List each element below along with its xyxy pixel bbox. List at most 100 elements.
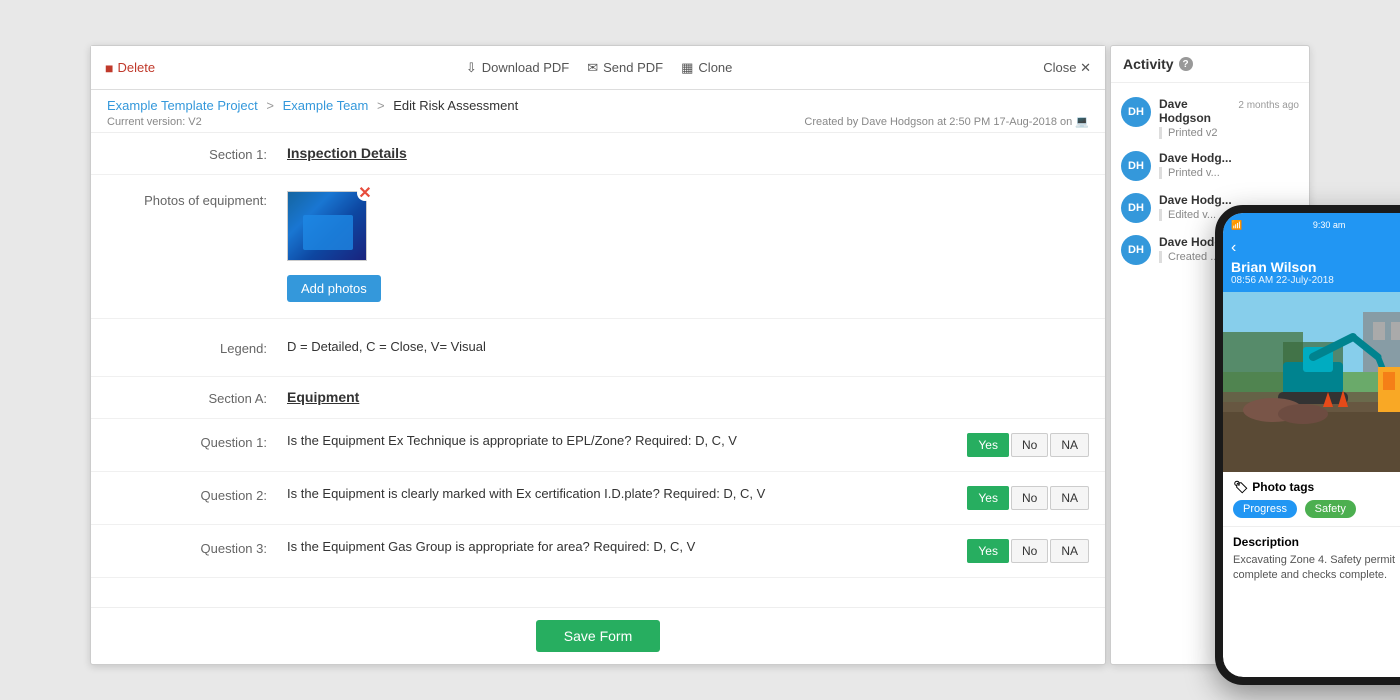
breadcrumb-current: Edit Risk Assessment [393,98,518,113]
delete-label: Delete [117,60,155,75]
sectionA-heading: Equipment [287,389,359,405]
section1-row: Section 1: Inspection Details [91,133,1105,175]
q1-buttons: Yes No NA [967,433,1089,457]
list-item: DH Dave Hodgson 2 months ago Printed v2 [1111,91,1309,145]
activity-action: Printed v... [1159,167,1299,179]
activity-name: Dave Hodg... [1159,151,1232,165]
avatar: DH [1121,151,1151,181]
legend-value: D = Detailed, C = Close, V= Visual [287,339,1089,354]
sectionA-label: Section A: [107,389,287,406]
q3-buttons: Yes No NA [967,539,1089,563]
q2-na-button[interactable]: NA [1050,486,1089,510]
q3-label: Question 3: [107,539,287,556]
q2-text: Is the Equipment is clearly marked with … [287,486,967,501]
q2-no-button[interactable]: No [1011,486,1048,510]
phone-header: ‹ Brian Wilson 08:56 AM 22-July-2018 [1223,233,1400,292]
clone-icon: ▦ [681,60,693,76]
tag-icon: 🏷 [1233,480,1248,494]
activity-name-row: Dave Hodg... [1159,151,1299,165]
q3-text: Is the Equipment Gas Group is appropriat… [287,539,967,554]
phone-photo-tags: 🏷 Photo tags Edit Progress Safety [1223,472,1400,527]
version-info: Current version: V2 Created by Dave Hodg… [107,115,1089,128]
q1-no-button[interactable]: No [1011,433,1048,457]
download-pdf-button[interactable]: ⇩ Download PDF [466,60,569,76]
phone-description: Description Excavating Zone 4. Safety pe… [1223,527,1400,592]
section1-label: Section 1: [107,145,287,162]
question2-row: Question 2: Is the Equipment is clearly … [91,472,1105,525]
clone-button[interactable]: ▦ Clone [681,60,732,76]
photo-thumb-inner [288,192,366,260]
activity-action: Printed v2 [1159,127,1299,139]
photo-tags-header: 🏷 Photo tags Edit [1233,480,1400,494]
delete-button[interactable]: ■ Delete [105,60,155,76]
breadcrumb-bar: Example Template Project > Example Team … [91,90,1105,133]
photo-container: ✕ [287,191,367,261]
q2-yes-button[interactable]: Yes [967,486,1009,510]
photo-tags-title: 🏷 Photo tags [1233,480,1314,494]
activity-name: Dave Hodg... [1159,193,1232,207]
breadcrumb-team[interactable]: Example Team [283,98,369,113]
version-label: Current version: V2 [107,116,202,128]
legend-label: Legend: [107,339,287,356]
sectionA-value: Equipment [287,389,1089,405]
activity-header: Activity ? [1111,46,1309,83]
toolbar-actions: ⇩ Download PDF ✉ Send PDF ▦ Clone [155,60,1043,76]
activity-time: 2 months ago [1238,100,1299,111]
phone-screen: 📶 9:30 am 100% ‹ Brian Wilson 08:56 AM 2… [1223,213,1400,677]
activity-name: Dave Hodgson [1159,97,1234,125]
save-form-button[interactable]: Save Form [536,620,660,652]
activity-info: Dave Hodg... Printed v... [1159,151,1299,179]
list-item: DH Dave Hodg... Printed v... [1111,145,1309,187]
phone-signal: 📶 [1231,220,1242,231]
breadcrumb-project[interactable]: Example Template Project [107,98,258,113]
question3-row: Question 3: Is the Equipment Gas Group i… [91,525,1105,578]
avatar: DH [1121,235,1151,265]
q1-na-button[interactable]: NA [1050,433,1089,457]
q1-label: Question 1: [107,433,287,450]
section1-value: Inspection Details [287,145,1089,161]
question1-row: Question 1: Is the Equipment Ex Techniqu… [91,419,1105,472]
main-form-panel: ■ Delete ⇩ Download PDF ✉ Send PDF ▦ Clo… [90,45,1106,665]
photos-value: ✕ Add photos [287,191,1089,302]
avatar: DH [1121,193,1151,223]
tag-progress: Progress [1233,500,1297,518]
breadcrumb: Example Template Project > Example Team … [107,98,1089,113]
add-photos-button[interactable]: Add photos [287,275,381,302]
legend-row: Legend: D = Detailed, C = Close, V= Visu… [91,319,1105,377]
download-icon: ⇩ [466,60,477,76]
close-button[interactable]: Close ✕ [1043,60,1091,76]
phone-mockup: 📶 9:30 am 100% ‹ Brian Wilson 08:56 AM 2… [1215,205,1400,685]
tag-safety: Safety [1305,500,1356,518]
phone-user-name: Brian Wilson [1231,259,1400,275]
photo-delete-button[interactable]: ✕ [357,185,373,201]
send-pdf-button[interactable]: ✉ Send PDF [587,60,663,76]
q3-na-button[interactable]: NA [1050,539,1089,563]
back-button[interactable]: ‹ [1231,239,1400,257]
phone-status-bar: 📶 9:30 am 100% [1223,213,1400,233]
q3-yes-button[interactable]: Yes [967,539,1009,563]
q1-text: Is the Equipment Ex Technique is appropr… [287,433,967,448]
delete-icon: ■ [105,60,113,76]
form-footer: Save Form [91,607,1105,664]
form-content: Section 1: Inspection Details Photos of … [91,133,1105,607]
photo-thumb [287,191,367,261]
sectionA-row: Section A: Equipment [91,377,1105,419]
phone-datetime: 08:56 AM 22-July-2018 [1231,275,1400,286]
phone-desc-title: Description [1233,535,1400,549]
q1-yes-button[interactable]: Yes [967,433,1009,457]
created-by: Created by Dave Hodgson at 2:50 PM 17-Au… [804,115,1089,128]
q2-label: Question 2: [107,486,287,503]
photos-label: Photos of equipment: [107,191,287,208]
activity-info: Dave Hodgson 2 months ago Printed v2 [1159,97,1299,139]
toolbar: ■ Delete ⇩ Download PDF ✉ Send PDF ▦ Clo… [91,46,1105,90]
breadcrumb-sep2: > [377,98,388,113]
phone-desc-text: Excavating Zone 4. Safety permit complet… [1233,553,1400,584]
breadcrumb-sep1: > [266,98,277,113]
phone-time: 9:30 am [1313,220,1346,230]
avatar: DH [1121,97,1151,127]
q2-buttons: Yes No NA [967,486,1089,510]
send-icon: ✉ [587,60,598,76]
phone-image-area[interactable] [1223,292,1400,472]
q3-no-button[interactable]: No [1011,539,1048,563]
activity-help-icon[interactable]: ? [1179,57,1193,71]
